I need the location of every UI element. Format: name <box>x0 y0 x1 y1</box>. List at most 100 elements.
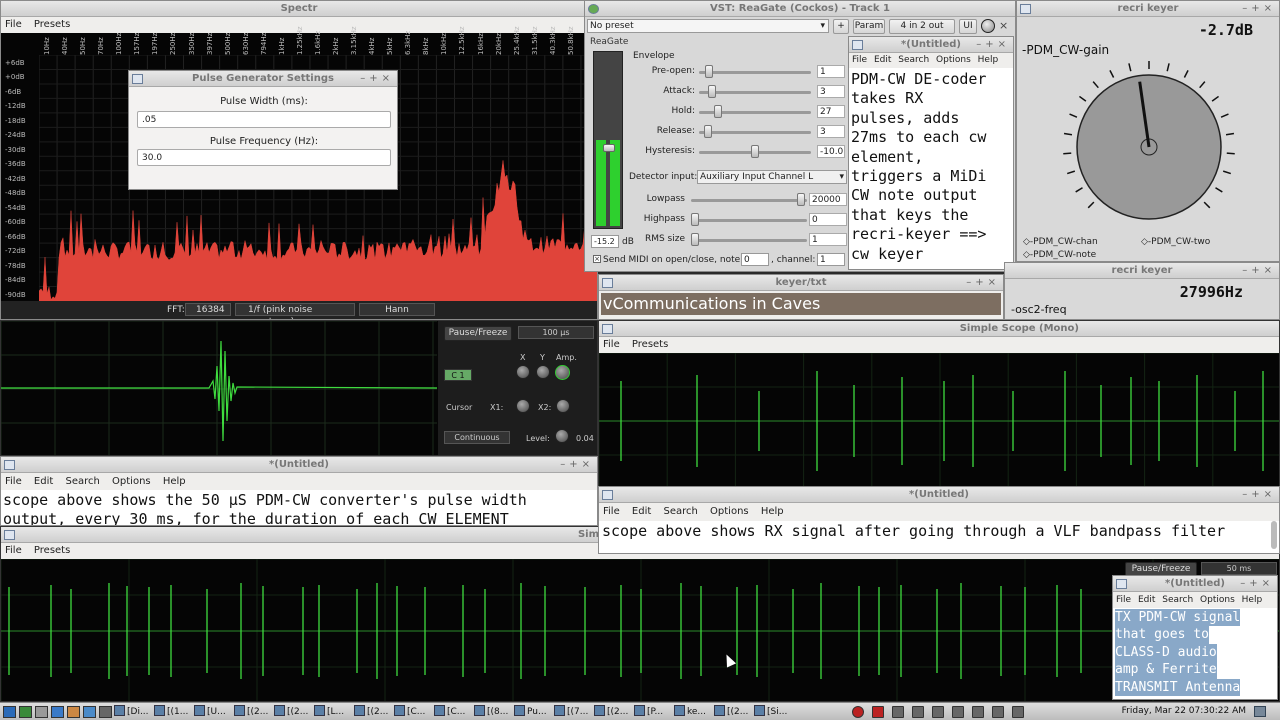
rx-scope-titlebar[interactable]: Simple Scope (Mono) <box>599 321 1279 337</box>
spectr-menu-presets[interactable]: Presets <box>34 19 70 30</box>
launcher-icon[interactable] <box>67 706 80 718</box>
menu-options[interactable]: Options <box>1200 595 1235 605</box>
pulse-freq-input[interactable]: 30.0 <box>137 149 391 166</box>
param-button[interactable]: Param <box>853 19 885 34</box>
slider-thumb[interactable] <box>796 193 805 206</box>
window-controls[interactable]: –+× <box>360 71 394 86</box>
menu-file[interactable]: File <box>1116 595 1131 605</box>
slider-value-field[interactable]: 27 <box>817 105 845 118</box>
spectr-titlebar[interactable]: Spectr <box>1 1 597 17</box>
option-chan[interactable]: ◇-PDM_CW-chan <box>1023 237 1098 247</box>
menu-file[interactable]: File <box>603 506 620 517</box>
keyer-osc-titlebar[interactable]: recri keyer –+× <box>1005 263 1279 279</box>
midi-channel-input[interactable]: 1 <box>817 253 845 266</box>
tx-timebase-select[interactable]: 50 ms <box>1201 562 1277 575</box>
menu-search[interactable]: Search <box>663 506 697 517</box>
taskbar-window-button[interactable]: [Di... <box>114 705 152 719</box>
note-a-titlebar[interactable]: *(Untitled) –+× <box>1 457 597 473</box>
x1-knob[interactable] <box>516 399 530 413</box>
menu-edit[interactable]: Edit <box>874 55 891 65</box>
menu-file[interactable]: File <box>852 55 867 65</box>
wet-knob[interactable] <box>981 19 995 33</box>
taskbar-window-button[interactable]: [(2... <box>234 705 272 719</box>
slider-track[interactable] <box>699 71 811 74</box>
window-fn-select[interactable]: Hann <box>359 303 435 316</box>
menu-search[interactable]: Search <box>898 55 929 65</box>
slider-track[interactable] <box>691 219 807 222</box>
launcher-icon[interactable] <box>3 706 16 718</box>
spectr-menu-file[interactable]: File <box>5 19 22 30</box>
taskbar-window-button[interactable]: Pu... <box>514 705 552 719</box>
window-controls[interactable]: –+× <box>1242 1 1276 16</box>
menu-edit[interactable]: Edit <box>1138 595 1155 605</box>
taskbar-window-button[interactable]: [Si... <box>754 705 792 719</box>
tray-icon[interactable] <box>892 706 904 718</box>
menu-options[interactable]: Options <box>710 506 749 517</box>
slider-thumb[interactable] <box>704 125 713 138</box>
tray-icon[interactable] <box>852 706 864 718</box>
taskbar-window-button[interactable]: ke... <box>674 705 712 719</box>
menu-search[interactable]: Search <box>65 476 99 487</box>
taskbar-window-button[interactable]: [C... <box>434 705 472 719</box>
pulse-width-input[interactable]: .05 <box>137 111 391 128</box>
window-controls[interactable]: –+× <box>1242 263 1276 278</box>
slider-value-field[interactable]: 0 <box>809 213 847 226</box>
taskbar-window-button[interactable]: [P... <box>634 705 672 719</box>
rx-scope-menu-presets[interactable]: Presets <box>632 339 668 350</box>
slider-value-field[interactable]: 3 <box>817 125 845 138</box>
slider-value-field[interactable]: 20000 <box>809 193 847 206</box>
note-c-scrollbar[interactable] <box>1271 521 1277 549</box>
rx-scope-menu-file[interactable]: File <box>603 339 620 350</box>
amplitude-knob[interactable] <box>555 365 570 380</box>
slider-thumb[interactable] <box>708 85 717 98</box>
slider-value-field[interactable]: 3 <box>817 85 845 98</box>
launcher-icon[interactable] <box>19 706 32 718</box>
keyer-gain-titlebar[interactable]: recri keyer –+× <box>1017 1 1279 17</box>
gain-dial[interactable] <box>1059 57 1239 237</box>
tray-icon[interactable] <box>912 706 924 718</box>
option-note[interactable]: ◇-PDM_CW-note <box>1023 250 1096 260</box>
window-controls[interactable]: –+× <box>1242 487 1276 502</box>
option-two[interactable]: ◇-PDM_CW-two <box>1141 237 1210 247</box>
slider-value-field[interactable]: 1 <box>817 65 845 78</box>
slider-track[interactable] <box>699 131 811 134</box>
midi-note-input[interactable]: 0 <box>741 253 769 266</box>
tray-icon[interactable] <box>1012 706 1024 718</box>
pause-freeze-button[interactable]: Pause/Freeze <box>444 326 512 341</box>
taskbar-window-button[interactable]: [(2... <box>354 705 392 719</box>
y-offset-knob[interactable] <box>536 365 550 379</box>
slider-thumb[interactable] <box>705 65 714 78</box>
note-d-titlebar[interactable]: *(Untitled) –+× <box>1113 576 1277 592</box>
taskbar-window-button[interactable]: [C... <box>394 705 432 719</box>
taskbar-window-button[interactable]: [(2... <box>594 705 632 719</box>
slider-thumb[interactable] <box>713 105 722 118</box>
tray-icon[interactable] <box>972 706 984 718</box>
send-midi-checkbox[interactable]: × <box>593 255 601 263</box>
taskbar-window-button[interactable]: [(7... <box>554 705 592 719</box>
taskbar-clock[interactable]: Friday, Mar 22 07:30:22 AM <box>1122 706 1246 716</box>
menu-file[interactable]: File <box>5 476 22 487</box>
pulse-gen-titlebar[interactable]: Pulse Generator Settings –+× <box>129 71 397 87</box>
tx-scope-menu-presets[interactable]: Presets <box>34 545 70 556</box>
tx-scope-menu-file[interactable]: File <box>5 545 22 556</box>
slider-thumb[interactable] <box>751 145 759 158</box>
slider-thumb[interactable] <box>691 213 699 226</box>
keyer-txt-titlebar[interactable]: keyer/txt –+× <box>599 275 1003 291</box>
launcher-icon[interactable] <box>99 706 112 718</box>
menu-help[interactable]: Help <box>1242 595 1263 605</box>
add-preset-button[interactable]: + <box>833 19 849 34</box>
trigger-mode-select[interactable]: Continuous <box>444 431 510 444</box>
tray-icon[interactable] <box>952 706 964 718</box>
tray-icon[interactable] <box>872 706 884 718</box>
fft-size-select[interactable]: 16384 <box>185 303 231 316</box>
slider-value-field[interactable]: -10.0 <box>817 145 845 158</box>
preset-select[interactable]: No preset ▾ <box>587 19 829 33</box>
window-controls[interactable]: –+× <box>966 275 1000 290</box>
window-controls[interactable]: –+× <box>976 37 1010 52</box>
slider-track[interactable] <box>691 199 807 202</box>
launcher-icon[interactable] <box>35 706 48 718</box>
menu-options[interactable]: Options <box>112 476 151 487</box>
x2-knob[interactable] <box>556 399 570 413</box>
slider-track[interactable] <box>691 239 807 242</box>
keyer-txt-display[interactable]: vCommunications in Caves <box>601 293 1001 315</box>
